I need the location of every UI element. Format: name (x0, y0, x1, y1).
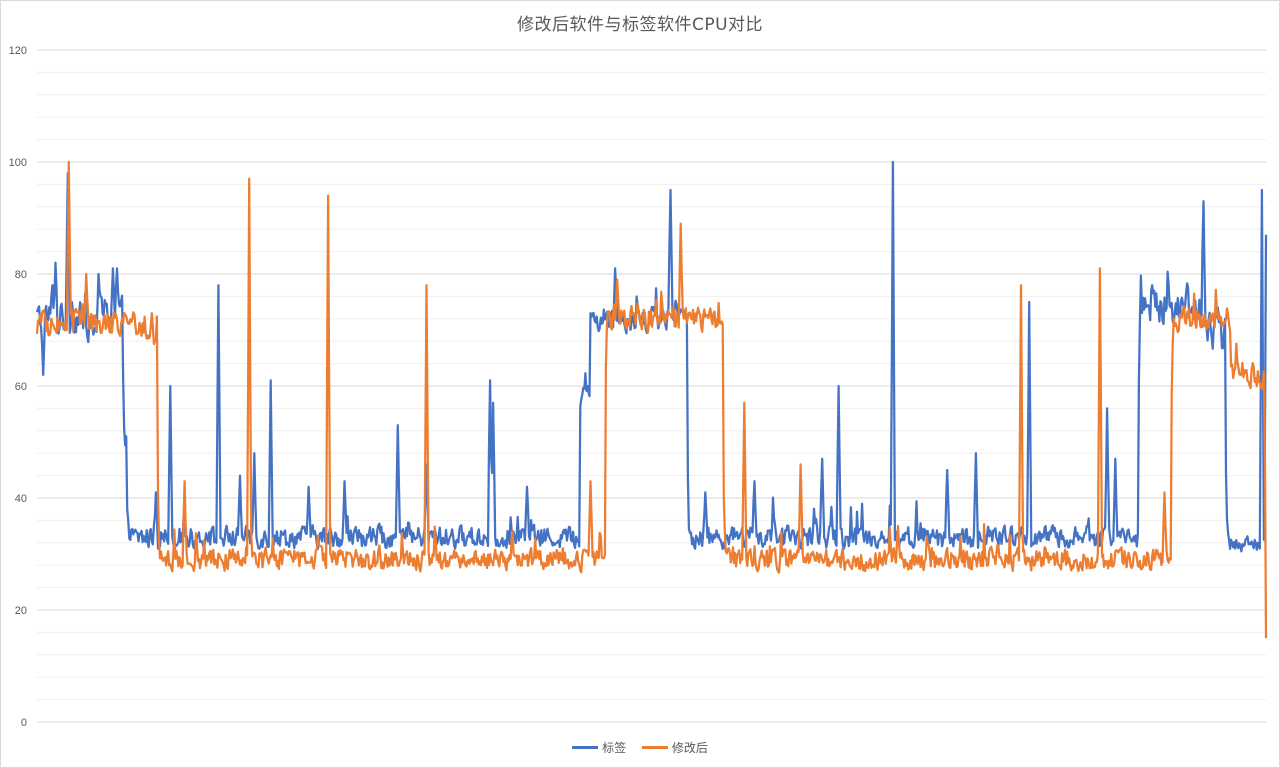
legend-swatch-xiugaihou (641, 746, 668, 749)
legend-item-biaoqian[interactable]: 标签 (572, 739, 626, 756)
y-tick-label: 40 (15, 493, 27, 505)
legend: 标签 修改后 (0, 738, 1280, 756)
plot-area: 0 20 40 60 80 100 120 (9, 45, 1268, 729)
y-tick-label: 100 (9, 157, 27, 169)
series-line-biaoqian[interactable] (35, 160, 1268, 553)
legend-label-xiugaihou: 修改后 (671, 741, 708, 755)
legend-item-xiugaihou[interactable]: 修改后 (641, 739, 708, 756)
y-tick-label: 0 (21, 717, 27, 729)
series-line-xiugaihou[interactable] (35, 160, 1268, 639)
y-tick-label: 60 (15, 381, 27, 393)
y-tick-label: 120 (9, 45, 27, 57)
y-tick-label: 20 (15, 605, 27, 617)
legend-label-biaoqian: 标签 (602, 741, 627, 755)
legend-swatch-biaoqian (572, 746, 599, 749)
y-tick-label: 80 (15, 269, 27, 281)
